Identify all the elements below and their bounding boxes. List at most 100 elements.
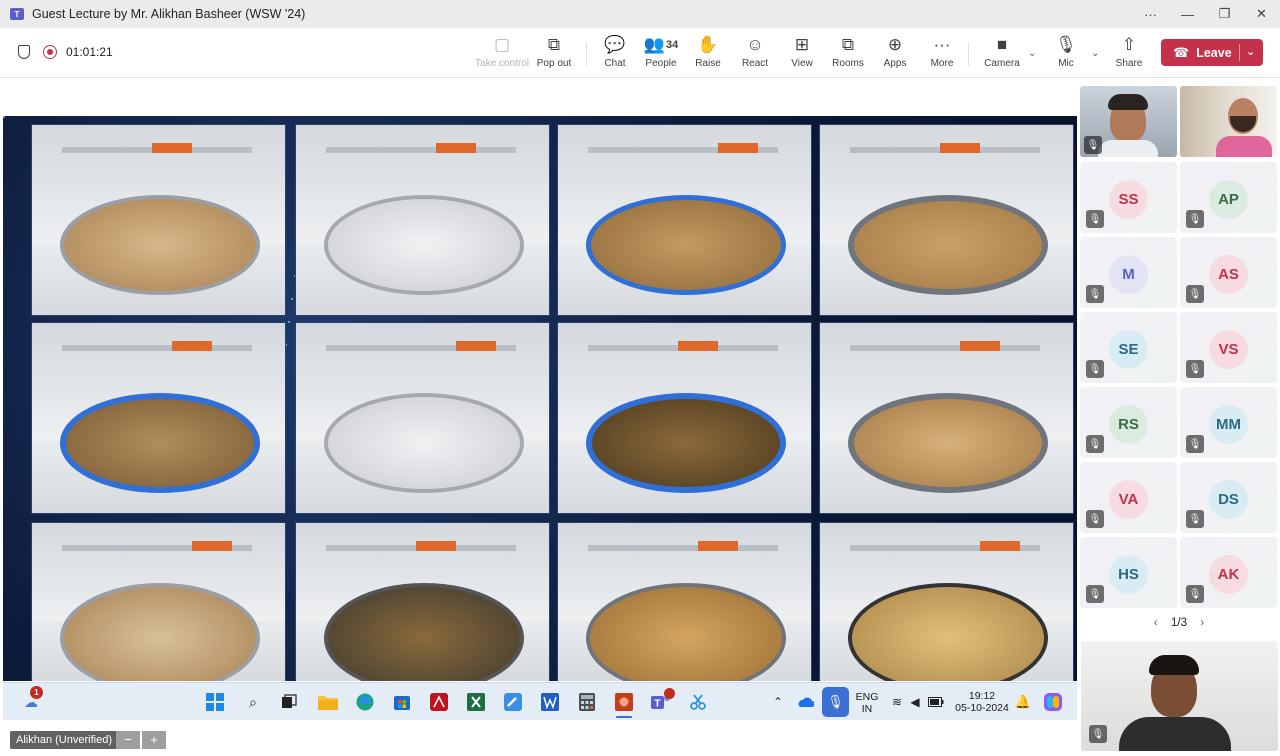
meeting-timer: 01:01:21 [66,45,113,59]
wifi-icon[interactable]: ≋ [887,692,907,712]
participant-tile[interactable]: RS 🎙 [1080,387,1177,458]
participant-video-tile[interactable] [1180,86,1277,157]
notification-bell-icon[interactable]: 🔔 [1013,692,1033,712]
task-view-icon[interactable] [279,692,299,712]
view-label: View [791,58,813,69]
apps-icon: ⊕ [887,35,903,54]
input-language[interactable]: ENG IN [853,691,881,715]
participant-tile[interactable]: HS 🎙 [1080,537,1177,608]
mic-options-chevron-down-icon[interactable]: ⌄ [1091,48,1099,59]
apps-button[interactable]: ⊕ Apps [868,32,922,76]
self-video-tile[interactable]: 🎙 [1081,641,1278,751]
participant-tile[interactable]: AK 🎙 [1180,537,1277,608]
muted-mic-icon: 🎙 [1086,435,1104,453]
leave-button[interactable]: ☎ Leave ⌄ [1161,39,1263,66]
volume-icon[interactable]: ◀ [905,692,925,712]
participant-tile[interactable]: SS 🎙 [1080,162,1177,233]
powerpoint-icon[interactable] [614,692,634,712]
shared-screen[interactable] [3,116,1077,681]
take-control-icon: ▢ [493,35,511,54]
muted-mic-icon: 🎙 [1086,510,1104,528]
leave-label: Leave [1196,45,1232,60]
machine-arm [698,541,738,551]
participant-tile[interactable]: VA 🎙 [1080,462,1177,533]
phone-icon: ☎ [1173,44,1190,60]
camera-options-chevron-down-icon[interactable]: ⌄ [1028,48,1036,59]
search-icon[interactable]: ⌕ [243,692,263,712]
pop-out-button[interactable]: ⧉ Pop out [527,32,581,76]
self-shirt [1119,717,1231,751]
windows-mic-active-icon[interactable]: 🎙 [822,687,849,717]
machine-gantry [850,345,1040,351]
camera-button[interactable]: ■ Camera [975,32,1029,76]
edge-icon[interactable] [355,692,375,712]
raise-hand-button[interactable]: ✋ Raise [681,32,735,76]
participant-shirt [1216,136,1272,157]
mirror-disc [60,195,260,295]
paint-icon[interactable] [503,692,523,712]
share-icon: ⇧ [1121,35,1137,54]
excel-icon[interactable] [466,692,486,712]
word-icon[interactable] [540,692,560,712]
polishing-machine-5-photo [31,322,286,514]
self-muted-mic-icon: 🎙 [1089,725,1107,743]
polishing-machine-1-photo [31,124,286,316]
participant-avatar: DS [1209,480,1248,519]
prev-page-chevron-left-icon[interactable]: ‹ [1154,615,1158,629]
polishing-machine-8-photo [819,322,1074,514]
zoom-in-button[interactable]: + [142,731,166,749]
leave-options-chevron-down-icon[interactable]: ⌄ [1246,45,1255,58]
calculator-icon[interactable] [577,692,597,712]
next-page-chevron-right-icon[interactable]: › [1200,615,1204,629]
minimize-button[interactable]: — [1169,0,1206,28]
close-button[interactable]: ✕ [1243,0,1280,28]
copilot-icon[interactable] [1043,692,1063,712]
polishing-machine-6-photo [295,322,550,514]
more-button[interactable]: ··· More [915,32,969,76]
region-code: IN [861,703,873,715]
take-control-button[interactable]: ▢ Take control [475,32,529,76]
meeting-stage [0,79,1078,682]
file-explorer-icon[interactable] [318,692,338,712]
clock-time: 19:12 [968,690,996,702]
machine-arm [960,341,1000,351]
more-options-icon[interactable]: ··· [1132,0,1169,28]
participant-avatar: RS [1109,405,1148,444]
muted-mic-icon: 🎙 [1186,585,1204,603]
rooms-button[interactable]: ⧉ Rooms [821,32,875,76]
notification-badge: 1 [30,686,43,699]
participant-tile[interactable]: MM 🎙 [1180,387,1277,458]
start-icon[interactable] [205,692,225,712]
participant-tile[interactable]: DS 🎙 [1180,462,1277,533]
restore-button[interactable]: ❐ [1206,0,1243,28]
polishing-machine-12-photo [819,522,1074,681]
participant-tile[interactable]: SE 🎙 [1080,312,1177,383]
participant-avatar: M [1109,255,1148,294]
participant-tile[interactable]: AP 🎙 [1180,162,1277,233]
raise-label: Raise [695,58,721,69]
zoom-out-button[interactable]: − [116,731,140,749]
participant-tile[interactable]: VS 🎙 [1180,312,1277,383]
people-icon-wrap: 👥 34 [644,32,678,58]
acrobat-icon[interactable] [429,692,449,712]
tray-chevron-up-icon[interactable]: ⌃ [768,692,788,712]
onedrive-icon[interactable] [795,692,815,712]
snipping-tool-icon[interactable] [688,692,708,712]
react-button[interactable]: ☺ React [728,32,782,76]
react-icon: ☺ [746,35,764,54]
apps-label: Apps [883,58,907,69]
polishing-machine-11-photo [557,522,812,681]
rooms-icon: ⧉ [841,35,855,54]
clock[interactable]: 19:12 05-10-2024 [950,690,1014,714]
shield-icon[interactable] [18,45,30,59]
machine-arm [192,541,232,551]
store-icon[interactable] [392,692,412,712]
participant-tile[interactable]: AS 🎙 [1180,237,1277,308]
people-button[interactable]: 👥 34 People [634,32,688,76]
mic-button[interactable]: 🎙 Mic [1039,32,1093,76]
participant-tile[interactable]: M 🎙 [1080,237,1177,308]
machine-arm [456,341,496,351]
battery-icon[interactable] [926,692,946,712]
share-button[interactable]: ⇧ Share [1102,32,1156,76]
participant-video-tile[interactable]: 🎙 [1080,86,1177,157]
